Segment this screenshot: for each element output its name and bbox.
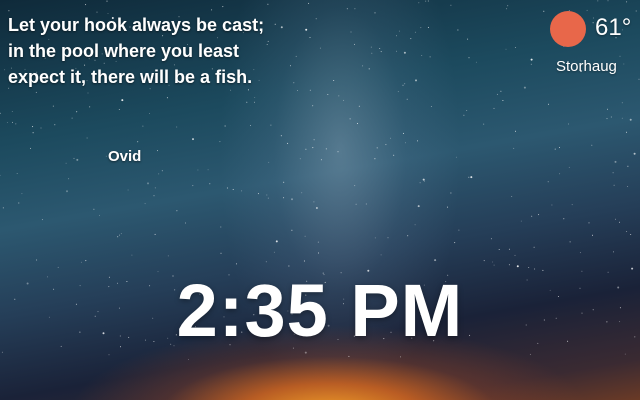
quote-author: Ovid: [108, 148, 142, 165]
new-tab-dashboard: Let your hook always be cast; in the poo…: [0, 0, 640, 400]
weather-temperature: 61°: [595, 14, 632, 41]
sun-icon: [550, 11, 586, 47]
weather-location: Storhaug: [556, 58, 617, 75]
weather-widget[interactable]: 61° Storhaug: [540, 10, 640, 80]
clock-time: 2:35 PM: [176, 269, 464, 352]
quote-text: Let your hook always be cast; in the poo…: [8, 15, 265, 87]
